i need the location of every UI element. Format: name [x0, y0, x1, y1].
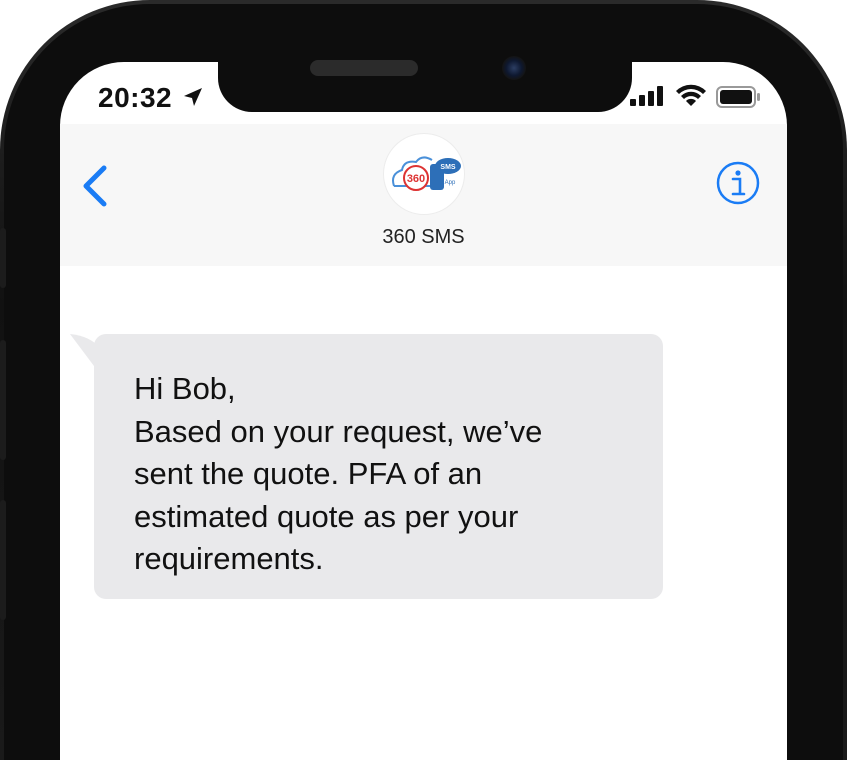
front-camera — [502, 56, 526, 80]
message-thread: Hi Bob, Based on your request, we’ve sen… — [60, 266, 787, 762]
contact-avatar[interactable]: 360 SMS App — [384, 134, 464, 214]
message-text: Hi Bob, Based on your request, we’ve sen… — [134, 371, 543, 576]
phone-screen: 20:32 360 SMS App 360 SMS Hi Bob, Based … — [60, 62, 787, 762]
wifi-icon — [676, 84, 706, 106]
cellular-signal-icon — [630, 86, 663, 106]
chevron-left-icon[interactable] — [80, 164, 110, 208]
volume-up-button — [0, 340, 6, 460]
status-time: 20:32 — [98, 82, 173, 113]
volume-down-button — [0, 500, 6, 620]
conversation-header: 360 SMS App 360 SMS — [60, 124, 787, 267]
location-arrow-icon — [184, 88, 202, 106]
360-sms-logo-icon: 360 SMS App — [392, 156, 461, 191]
battery-icon — [716, 86, 760, 108]
contact-name[interactable]: 360 SMS — [60, 226, 787, 249]
notch — [218, 62, 632, 112]
svg-text:SMS: SMS — [440, 164, 456, 171]
incoming-message-bubble[interactable]: Hi Bob, Based on your request, we’ve sen… — [94, 334, 663, 599]
svg-text:360: 360 — [407, 173, 425, 185]
earpiece-speaker — [310, 60, 418, 76]
side-button — [0, 228, 6, 288]
svg-text:App: App — [445, 180, 456, 186]
info-circle-icon[interactable] — [715, 160, 761, 206]
